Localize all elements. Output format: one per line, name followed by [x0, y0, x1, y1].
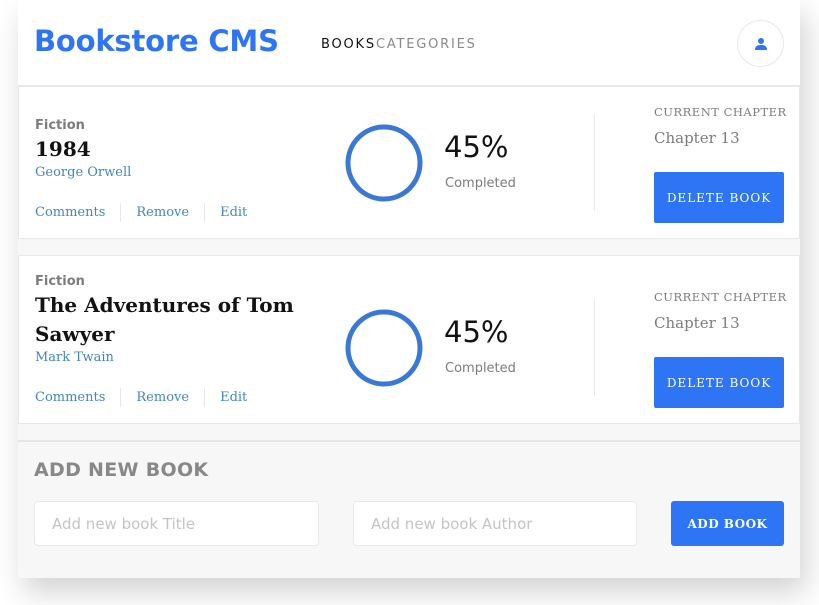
book-actions: Comments Remove Edit: [35, 388, 262, 407]
delete-book-button[interactable]: DELETE BOOK: [654, 357, 784, 408]
book-author-placeholder: Add new book Author: [371, 514, 533, 533]
book-actions: Comments Remove Edit: [35, 203, 262, 222]
current-chapter-label: CURRENT CHAPTER: [654, 105, 787, 119]
comments-button[interactable]: Comments: [35, 205, 120, 220]
brand-title[interactable]: Bookstore CMS: [34, 24, 279, 58]
book-title-input[interactable]: Add new book Title: [34, 501, 319, 546]
completed-label: Completed: [445, 176, 516, 191]
book-author-input[interactable]: Add new book Author: [353, 501, 637, 546]
user-avatar-button[interactable]: [737, 20, 784, 67]
comments-button[interactable]: Comments: [35, 390, 120, 405]
book-card: Fiction The Adventures of Tom Sawyer Mar…: [18, 255, 800, 424]
book-genre: Fiction: [35, 274, 85, 289]
add-book-heading: ADD NEW BOOK: [34, 459, 209, 481]
edit-button[interactable]: Edit: [205, 390, 262, 405]
book-author: George Orwell: [35, 165, 132, 180]
edit-button[interactable]: Edit: [205, 205, 262, 220]
progress-ring: [345, 124, 423, 202]
vertical-divider: [594, 299, 595, 396]
nav-books[interactable]: BOOKS: [321, 37, 376, 52]
book-author: Mark Twain: [35, 350, 114, 365]
book-card: Fiction 1984 George Orwell Comments Remo…: [18, 86, 800, 239]
remove-button[interactable]: Remove: [121, 390, 204, 405]
delete-book-button[interactable]: DELETE BOOK: [654, 172, 784, 223]
current-chapter: Chapter 13: [654, 314, 740, 332]
main-nav: BOOKS CATEGORIES: [321, 37, 477, 52]
progress-ring: [345, 309, 423, 387]
book-genre: Fiction: [35, 118, 85, 133]
add-book-button[interactable]: ADD BOOK: [671, 501, 784, 546]
remove-button[interactable]: Remove: [121, 205, 204, 220]
book-title-placeholder: Add new book Title: [52, 514, 196, 533]
nav-categories[interactable]: CATEGORIES: [376, 37, 477, 52]
header: Bookstore CMS BOOKS CATEGORIES: [18, 0, 800, 86]
section-divider: [18, 440, 800, 442]
completed-label: Completed: [445, 361, 516, 376]
progress-percent: 45%: [444, 130, 509, 164]
vertical-divider: [594, 114, 595, 211]
current-chapter: Chapter 13: [654, 129, 740, 147]
app-window: Bookstore CMS BOOKS CATEGORIES Fiction 1…: [18, 0, 800, 578]
progress-percent: 45%: [444, 315, 509, 349]
book-title: 1984: [35, 137, 91, 161]
book-title: The Adventures of Tom Sawyer: [35, 293, 294, 346]
user-icon: [754, 37, 767, 50]
current-chapter-label: CURRENT CHAPTER: [654, 290, 787, 304]
